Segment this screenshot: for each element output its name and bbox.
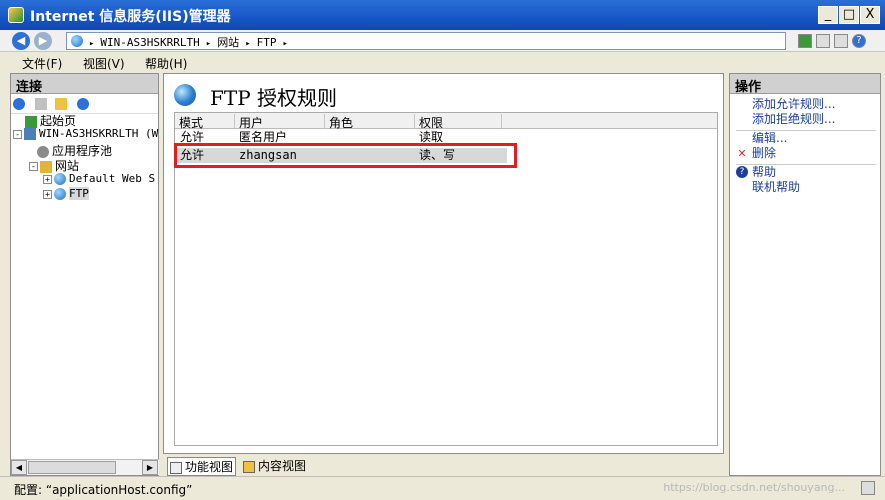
maximize-button[interactable]: □: [839, 6, 859, 24]
tab-content-view[interactable]: 内容视图: [241, 457, 308, 474]
ftp-globe-icon: [174, 84, 196, 106]
features-view-icon: [170, 461, 182, 474]
breadcrumb[interactable]: ▸ WIN-AS3HSKRRLTH ▸ 网站 ▸ FTP ▸: [66, 32, 786, 50]
table-header: 模式 用户 角色 权限: [175, 113, 717, 130]
tree-item-ftp[interactable]: + FTP: [43, 187, 89, 202]
tree-item-server[interactable]: - WIN-AS3HSKRRLTH (W: [13, 127, 158, 142]
stop-icon[interactable]: [816, 34, 830, 48]
column-header-role[interactable]: 角色: [325, 114, 415, 130]
status-text: 配置: “applicationHost.config”: [14, 483, 193, 497]
breadcrumb-item-sites[interactable]: 网站: [217, 36, 239, 49]
delete-icon: ✕: [737, 147, 747, 160]
menu-bar: 文件(F) 视图(V) 帮助(H): [0, 52, 885, 72]
up-level-icon[interactable]: [55, 98, 67, 110]
close-button[interactable]: X: [860, 6, 880, 24]
menu-view[interactable]: 视图(V): [83, 55, 125, 72]
scroll-right-icon[interactable]: ▶: [142, 460, 158, 475]
back-icon[interactable]: ◀: [12, 32, 30, 50]
menu-help[interactable]: 帮助(H): [145, 55, 187, 72]
expand-toggle-icon[interactable]: +: [43, 189, 52, 199]
tree-item-start-page[interactable]: 起始页: [25, 112, 76, 128]
help-icon: ?: [736, 166, 748, 178]
breadcrumb-item-ftp[interactable]: FTP: [257, 36, 277, 49]
horizontal-scrollbar[interactable]: ◀ ▶: [11, 459, 159, 475]
refresh-icon[interactable]: [798, 34, 812, 48]
collapse-toggle-icon[interactable]: -: [29, 162, 38, 171]
tree-item-sites[interactable]: - 网站: [29, 157, 79, 173]
forward-icon[interactable]: ▶: [34, 32, 52, 50]
tab-features-view[interactable]: 功能视图: [167, 457, 237, 476]
actions-header: 操作: [730, 74, 880, 95]
edit-link[interactable]: 编辑...: [752, 131, 787, 146]
content-view-icon: [243, 460, 255, 473]
column-header-permission[interactable]: 权限: [415, 114, 502, 130]
connect-icon[interactable]: [13, 98, 25, 110]
tree-item-app-pools[interactable]: 应用程序池: [37, 142, 112, 158]
globe-icon: [54, 188, 66, 200]
page-title: FTP 授权规则: [210, 86, 338, 110]
delete-connection-icon[interactable]: [77, 98, 89, 110]
scroll-thumb[interactable]: [28, 461, 116, 474]
add-deny-rule-link[interactable]: 添加拒绝规则...: [752, 112, 835, 127]
help-icon[interactable]: ?: [852, 34, 866, 48]
window-title: Internet 信息服务(IIS)管理器: [30, 9, 231, 25]
actions-panel: 操作 添加允许规则... 添加拒绝规则... 编辑... ✕ 删除 ? 帮助 联…: [729, 73, 881, 476]
address-bar: ◀ ▶ ▸ WIN-AS3HSKRRLTH ▸ 网站 ▸ FTP ▸ ?: [0, 30, 885, 52]
delete-link[interactable]: 删除: [752, 146, 776, 161]
network-status-icon: [861, 481, 875, 495]
online-help-link[interactable]: 联机帮助: [752, 180, 800, 195]
app-pool-icon: [37, 145, 49, 158]
sites-folder-icon: [40, 160, 52, 173]
server-icon: [24, 128, 36, 140]
home-icon[interactable]: [834, 34, 848, 48]
add-allow-rule-link[interactable]: 添加允许规则...: [752, 97, 835, 112]
column-header-mode[interactable]: 模式: [175, 114, 235, 130]
connections-toolbar: [11, 94, 158, 114]
watermark: https://blog.csdn.net/shouyang...: [663, 481, 845, 494]
feature-panel: FTP 授权规则 模式 用户 角色 权限 允许 匿名用户 读取 允许 zhang…: [163, 73, 724, 454]
globe-icon: [71, 35, 83, 47]
connections-panel: 连接 起始页 - WIN-AS3HSKRRLTH (W 应用程序池 - 网站 + De…: [10, 73, 159, 476]
scroll-left-icon[interactable]: ◀: [11, 460, 27, 475]
expand-toggle-icon[interactable]: +: [43, 174, 52, 184]
column-header-user[interactable]: 用户: [235, 114, 325, 130]
iis-app-icon: [8, 7, 24, 23]
highlight-annotation: [174, 143, 517, 168]
menu-file[interactable]: 文件(F): [22, 55, 62, 72]
globe-icon: [54, 173, 66, 185]
save-icon[interactable]: [35, 98, 47, 110]
start-page-icon: [25, 115, 37, 128]
tree-item-default-web-site[interactable]: + Default Web S: [43, 172, 155, 187]
help-link[interactable]: 帮助: [752, 165, 776, 180]
breadcrumb-item-server[interactable]: WIN-AS3HSKRRLTH: [100, 36, 199, 49]
connections-header: 连接: [11, 74, 158, 95]
minimize-button[interactable]: _: [818, 6, 838, 24]
collapse-toggle-icon[interactable]: -: [13, 129, 22, 139]
title-bar: Internet 信息服务(IIS)管理器 _ □ X: [0, 0, 885, 30]
breadcrumb-path: ▸ WIN-AS3HSKRRLTH ▸ 网站 ▸ FTP ▸: [89, 36, 288, 49]
status-bar: 配置: “applicationHost.config” https://blo…: [0, 476, 885, 500]
